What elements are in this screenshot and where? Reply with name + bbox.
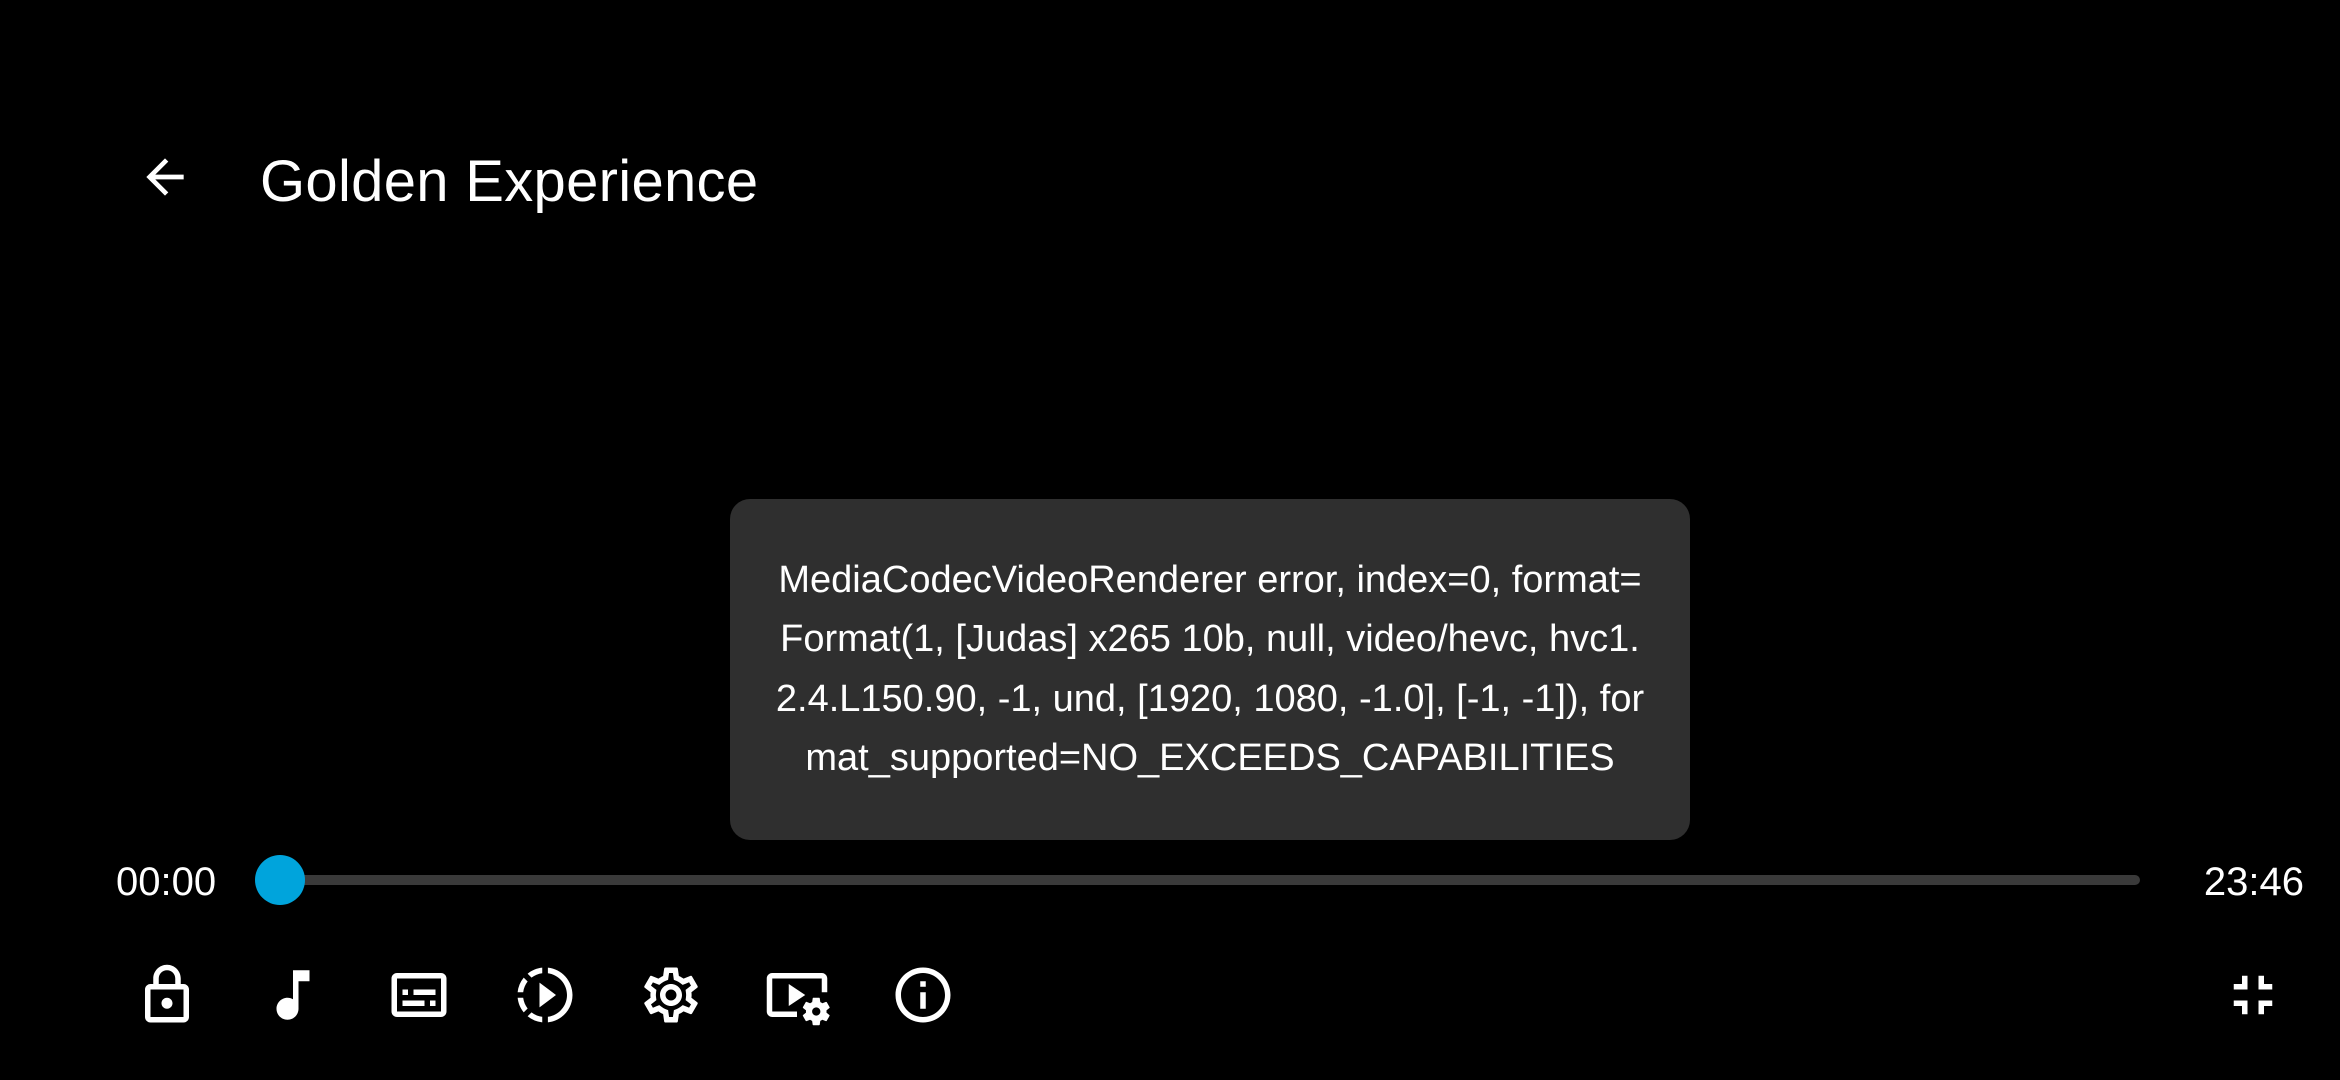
info-button[interactable] [878,950,968,1040]
lock-button[interactable] [122,950,212,1040]
lock-icon [145,964,189,1023]
fullscreen-exit-icon [2233,975,2273,1015]
back-button[interactable] [120,132,210,222]
video-title: Golden Experience [260,149,759,214]
slow-motion-icon [517,967,573,1023]
seek-track [280,875,2140,885]
error-message: MediaCodecVideoRenderer error, index=0, … [775,558,1645,780]
gear-icon [644,967,698,1023]
audio-track-button[interactable] [248,950,338,1040]
video-player[interactable]: Golden Experience MediaCodecVideoRendere… [0,0,2340,1080]
subtitles-button[interactable] [374,950,464,1040]
current-time: 00:00 [116,860,217,904]
music-note-icon [276,970,310,1020]
playback-speed-button[interactable] [500,950,590,1040]
info-icon [895,967,951,1023]
video-settings-button[interactable] [752,950,842,1040]
settings-button[interactable] [626,950,716,1040]
error-toast: MediaCodecVideoRenderer error, index=0, … [730,499,1690,840]
seek-thumb[interactable] [255,855,305,905]
seek-bar[interactable] [255,855,2140,905]
exit-fullscreen-button[interactable] [2208,950,2298,1040]
subtitles-icon [391,973,447,1017]
arrow-back-icon [146,158,184,196]
duration-time: 23:46 [2203,860,2304,904]
video-settings-icon [766,973,830,1026]
